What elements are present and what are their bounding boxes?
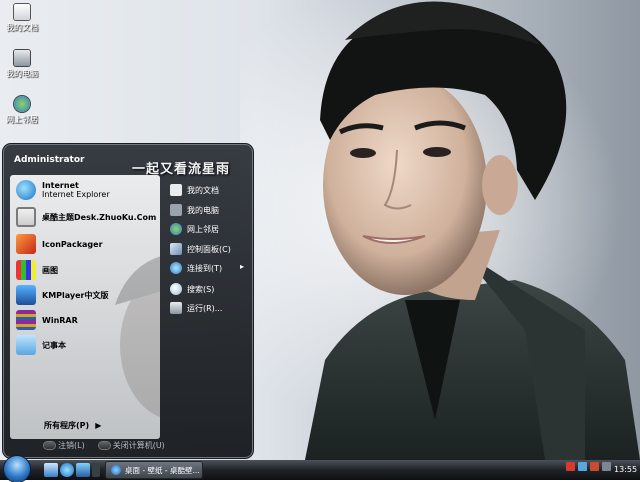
taskbar-window-button[interactable]: 桌面 - 壁纸 - 桌酷壁... <box>106 462 202 478</box>
logoff-label: 注销(L) <box>58 441 85 450</box>
place-label: 控制面板(C) <box>187 244 231 254</box>
program-label: WinRAR <box>42 315 78 325</box>
program-label: IconPackager <box>42 239 103 249</box>
security-tray-icon[interactable] <box>590 462 599 471</box>
network-places-icon <box>170 223 182 235</box>
place-label: 运行(R)... <box>187 303 223 313</box>
my-computer-icon <box>170 204 182 216</box>
start-menu: Administrator 一起又看流星雨 Internet Internet E… <box>4 145 252 457</box>
winrar-icon <box>16 310 36 330</box>
program-label: 画图 <box>42 265 58 275</box>
network-tray-icon[interactable] <box>578 462 587 471</box>
tray-app-icon[interactable] <box>566 462 575 471</box>
place-my-computer[interactable]: 我的电脑 <box>170 202 219 218</box>
internet-explorer-icon <box>111 465 121 475</box>
quicklaunch-expand-icon[interactable] <box>92 463 100 477</box>
place-label: 我的文档 <box>187 185 219 195</box>
program-label: 记事本 <box>42 340 66 350</box>
shutdown-button[interactable]: 关闭计算机(U) <box>98 440 165 451</box>
place-label: 搜索(S) <box>187 284 215 294</box>
paint-icon <box>16 260 36 280</box>
kmplayer-icon <box>16 285 36 305</box>
show-desktop-icon[interactable] <box>44 463 58 477</box>
program-kmplayer[interactable]: KMPlayer中文版 <box>16 284 109 306</box>
program-winrar[interactable]: WinRAR <box>16 309 78 331</box>
power-icon <box>98 442 110 449</box>
internet-explorer-icon[interactable] <box>60 463 74 477</box>
logoff-button[interactable]: 注销(L) <box>44 440 85 451</box>
clock: 13:55 <box>614 465 638 474</box>
place-control-panel[interactable]: 控制面板(C) <box>170 241 231 257</box>
media-player-icon[interactable] <box>76 463 90 477</box>
program-iconpackager[interactable]: IconPackager <box>16 233 103 255</box>
shutdown-label: 关闭计算机(U) <box>112 441 165 450</box>
pinned-programs-pane: Internet Internet Explorer 桌酷主题Desk.ZhuoK… <box>10 175 160 439</box>
program-label: Internet Internet Explorer <box>42 181 110 199</box>
my-computer-icon <box>14 50 30 66</box>
desktop-icon-label: 我的文档 <box>6 23 38 32</box>
my-documents-icon <box>170 184 182 196</box>
program-notepad[interactable]: 记事本 <box>16 334 66 356</box>
desktop-icon-my-documents[interactable]: 我的文档 <box>0 4 44 33</box>
taskbar: 桌面 - 壁纸 - 桌酷壁... 13:55 <box>0 456 640 482</box>
menu-portrait <box>115 256 160 418</box>
system-tray <box>566 462 611 471</box>
program-zhuoku-theme[interactable]: 桌酷主题Desk.ZhuoKu.Com <box>16 206 156 228</box>
desktop-icon-label: 我的电脑 <box>6 69 38 78</box>
program-label: KMPlayer中文版 <box>42 290 109 300</box>
arrow-right-icon: ▶ <box>95 421 102 430</box>
place-label: 我的电脑 <box>187 205 219 215</box>
taskbar-window-label: 桌面 - 壁纸 - 桌酷壁... <box>125 465 200 475</box>
desktop-icon-label: 网上邻居 <box>6 115 38 124</box>
wallpaper-portrait <box>305 1 640 460</box>
place-run[interactable]: 运行(R)... <box>170 300 222 316</box>
program-paint[interactable]: 画图 <box>16 259 58 281</box>
place-search[interactable]: 搜索(S) <box>170 281 214 297</box>
zhuoku-theme-icon <box>16 207 36 227</box>
desktop-icon-my-computer[interactable]: 我的电脑 <box>0 50 44 79</box>
logoff-icon <box>44 442 55 449</box>
program-internet-explorer[interactable]: Internet Internet Explorer <box>16 179 110 201</box>
volume-tray-icon[interactable] <box>602 462 611 471</box>
submenu-arrow-icon: ▸ <box>240 262 245 271</box>
power-bar: 注销(L) 关闭计算机(U) <box>44 440 165 451</box>
iconpackager-icon <box>16 234 36 254</box>
my-documents-icon <box>14 4 30 20</box>
start-button[interactable] <box>4 456 30 482</box>
internet-explorer-icon <box>16 180 36 200</box>
place-network-places[interactable]: 网上邻居 <box>170 221 219 237</box>
all-programs-button[interactable]: 所有程序(P) ▶ <box>44 420 101 431</box>
connect-to-icon <box>170 262 182 274</box>
place-label: 连接到(T) <box>187 263 223 273</box>
place-my-documents[interactable]: 我的文档 <box>170 182 219 198</box>
run-icon <box>170 302 182 314</box>
all-programs-label: 所有程序(P) <box>44 421 90 430</box>
place-label: 网上邻居 <box>187 224 219 234</box>
notepad-icon <box>16 335 36 355</box>
desktop: 我的文档 我的电脑 网上邻居 Administrator 一起又看流星雨 Int… <box>0 0 640 460</box>
search-icon <box>170 283 182 295</box>
control-panel-icon <box>170 243 182 255</box>
place-connect-to[interactable]: 连接到(T) ▸ <box>170 260 244 276</box>
program-label: 桌酷主题Desk.ZhuoKu.Com <box>42 212 157 222</box>
network-places-icon <box>14 96 30 112</box>
user-name: Administrator <box>14 155 85 165</box>
desktop-icon-network-places[interactable]: 网上邻居 <box>0 96 44 125</box>
